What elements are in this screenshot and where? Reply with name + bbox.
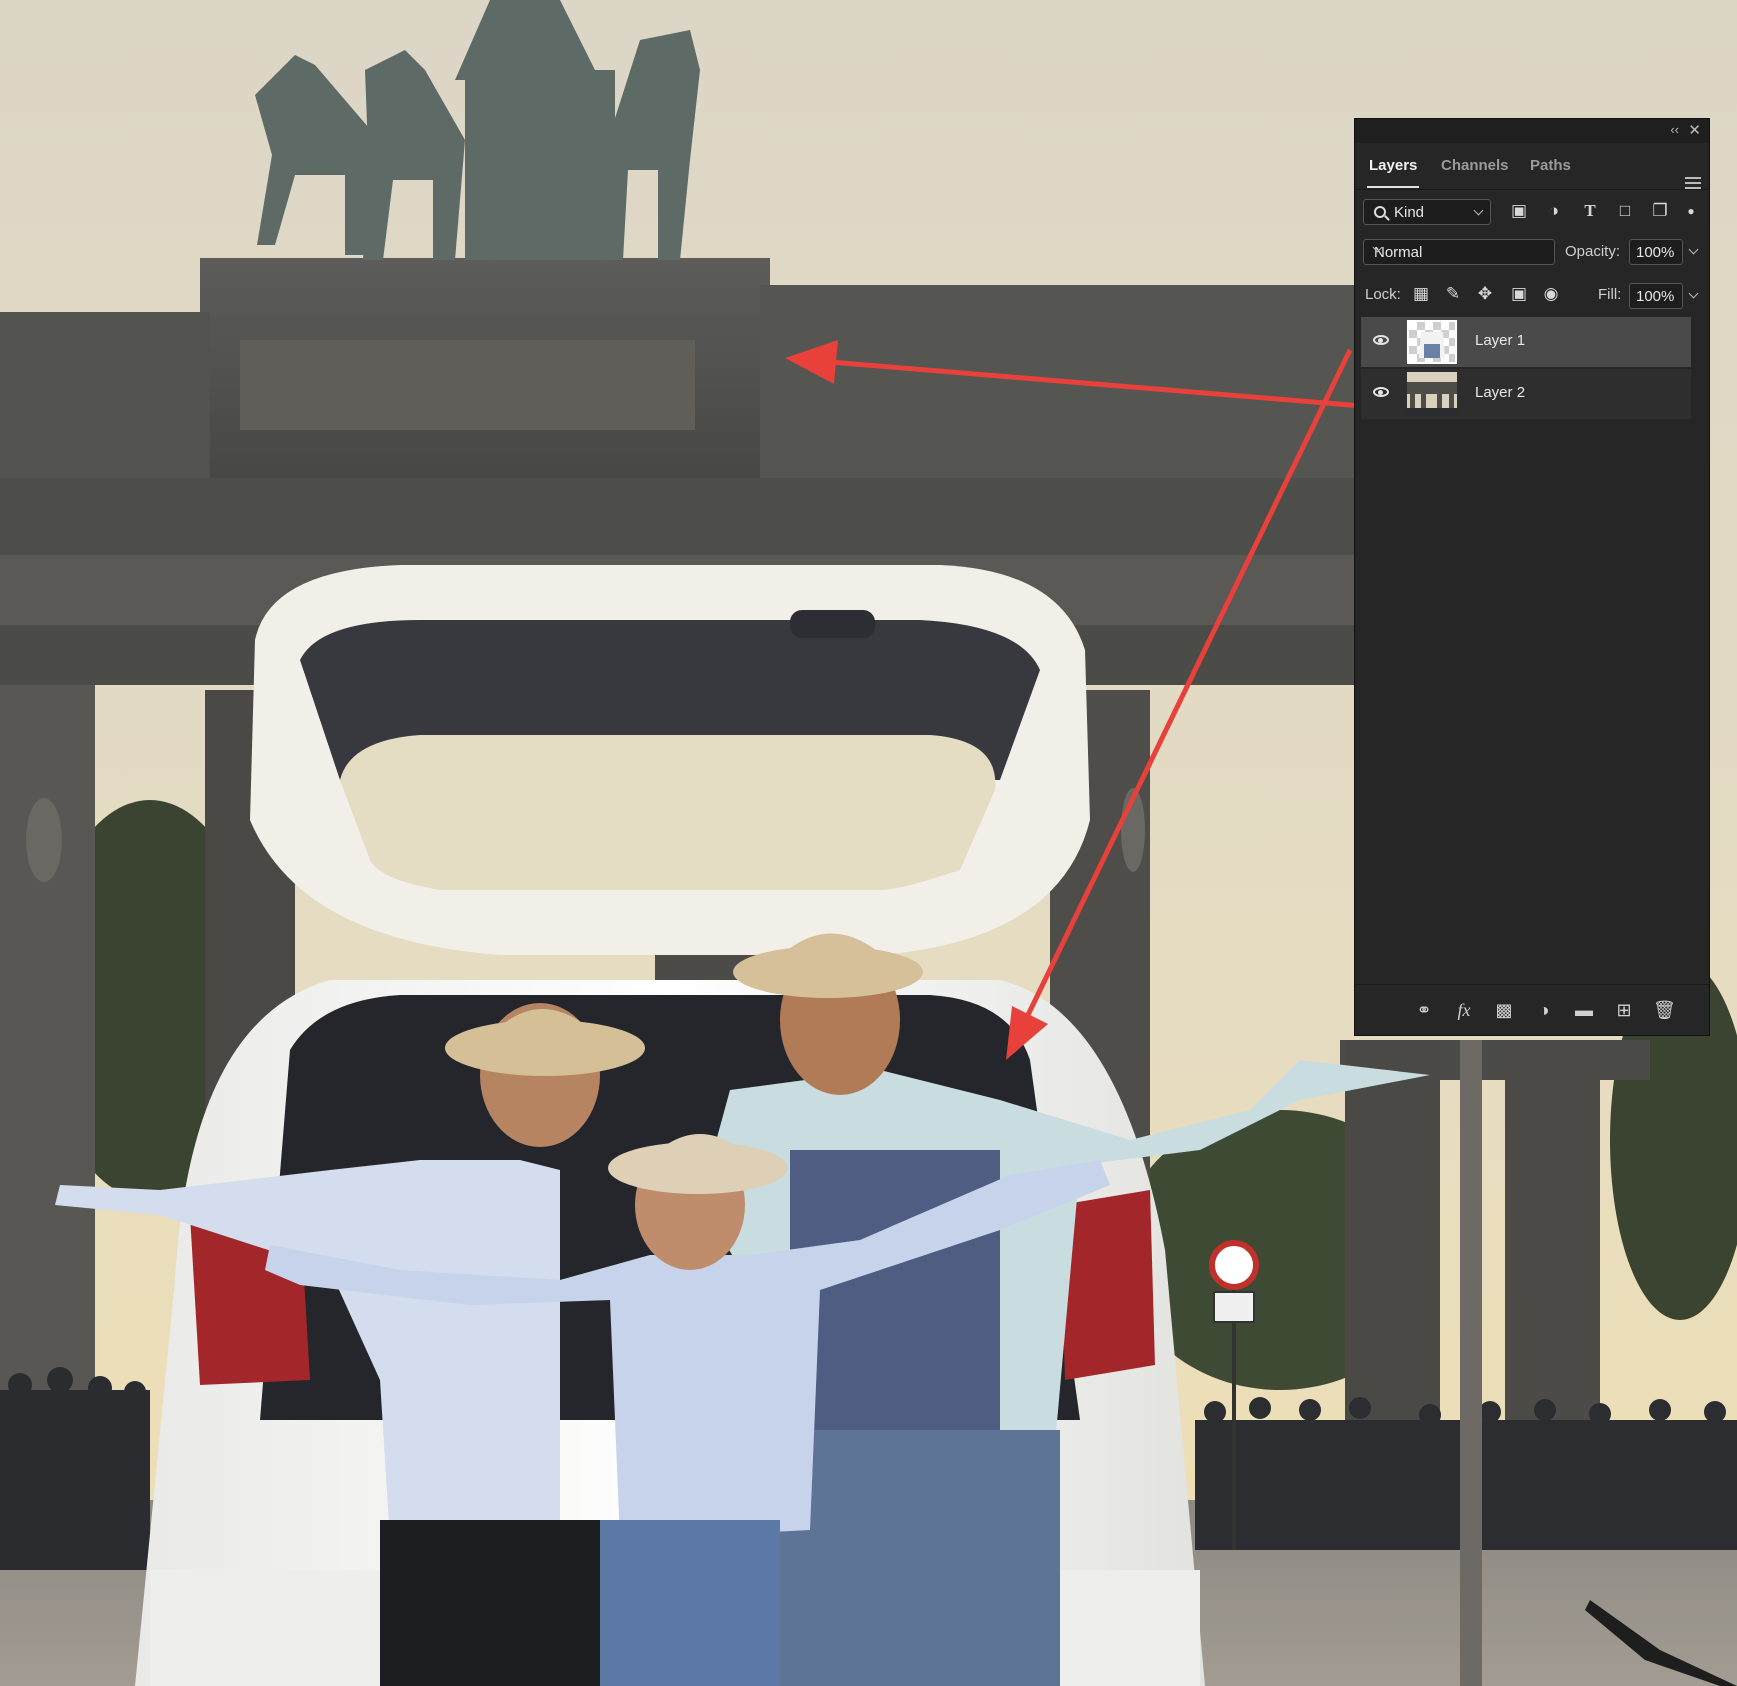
collapse-panel-icon[interactable]: ‹‹ (1670, 122, 1679, 137)
fill-input[interactable]: 100% (1629, 283, 1683, 309)
type-filter-icon[interactable]: T (1580, 201, 1600, 221)
tab-channels[interactable]: Channels (1441, 157, 1509, 174)
panel-bottom-bar: ⚭ fx ▩ ◑ ▬ ⊞ 🗑 (1355, 984, 1709, 1035)
lock-image-pixels-icon[interactable]: ✎ (1443, 284, 1463, 304)
tailgate-window (340, 735, 996, 890)
trash-icon[interactable]: 🗑 (1653, 999, 1676, 1021)
layer-name: Layer 2 (1475, 384, 1526, 401)
image-filter-icon[interactable]: ▣ (1509, 201, 1529, 221)
filter-toggle-icon[interactable]: ● (1681, 201, 1701, 221)
medallion (26, 798, 62, 882)
fx-icon[interactable]: fx (1453, 999, 1475, 1021)
lock-label: Lock: (1365, 286, 1401, 303)
layer-name: Layer 1 (1475, 332, 1526, 349)
panel-title-bar: ‹‹ ✕ (1355, 119, 1709, 143)
layers-panel: ‹‹ ✕ Layers Channels Paths Kind ▣ ◑ T □ … (1354, 118, 1710, 1036)
opacity-dropdown-icon[interactable] (1685, 239, 1703, 265)
visibility-eye-icon[interactable] (1373, 387, 1389, 397)
lock-transparent-pixels-icon[interactable]: ▦ (1411, 284, 1431, 304)
filter-kind-select[interactable]: Kind (1363, 199, 1491, 225)
filter-row: Kind ▣ ◑ T □ ❐ ● (1355, 191, 1709, 231)
adjustment-layer-icon[interactable]: ◑ (1533, 999, 1555, 1021)
gate-wing-left (0, 312, 210, 482)
crowd-left (0, 1367, 150, 1570)
group-folder-icon[interactable]: ▬ (1573, 999, 1595, 1021)
bicycle-sign (1213, 1291, 1255, 1323)
lock-row: Lock: ▦ ✎ ✥ ▣ ◉ Fill: 100% (1355, 275, 1709, 315)
sign-pole (1232, 1290, 1236, 1550)
filter-kind-label: Kind (1394, 204, 1425, 221)
fill-label: Fill: (1598, 286, 1622, 303)
fill-dropdown-icon[interactable] (1685, 283, 1703, 309)
smart-object-filter-icon[interactable]: ❐ (1650, 201, 1670, 221)
visibility-eye-icon[interactable] (1373, 335, 1389, 345)
lock-all-icon[interactable]: ◉ (1541, 284, 1561, 304)
link-layers-icon[interactable]: ⚭ (1413, 999, 1435, 1021)
opacity-label: Opacity: (1565, 243, 1621, 260)
layer-row-layer-2[interactable]: Layer 2 (1361, 369, 1691, 419)
layer-thumbnail (1407, 372, 1457, 416)
blend-mode-select[interactable]: Normal (1363, 239, 1555, 265)
gate-attic-frieze (240, 340, 695, 430)
tab-layers[interactable]: Layers (1366, 157, 1420, 188)
chevron-down-icon (1473, 205, 1484, 216)
poster-pole (1460, 1040, 1482, 1686)
layer-thumbnail (1407, 320, 1457, 364)
gate-entablature (0, 478, 1360, 568)
search-icon (1374, 206, 1386, 218)
layer-row-layer-1[interactable]: Layer 1 (1361, 317, 1691, 367)
no-entry-sign (1209, 1240, 1259, 1290)
tab-paths[interactable]: Paths (1530, 157, 1571, 174)
blend-row: Normal Opacity: 100% (1355, 233, 1709, 271)
lock-position-icon[interactable]: ✥ (1475, 284, 1495, 304)
close-panel-icon[interactable]: ✕ (1688, 121, 1701, 139)
gate-wing-right (760, 285, 1360, 485)
adjustment-filter-icon[interactable]: ◑ (1544, 201, 1564, 221)
panel-menu-icon[interactable] (1685, 177, 1701, 189)
layer-mask-icon[interactable]: ▩ (1493, 999, 1515, 1021)
lock-artboard-icon[interactable]: ▣ (1509, 284, 1529, 304)
new-layer-icon[interactable]: ⊞ (1613, 999, 1635, 1021)
tailgate-handle (790, 610, 875, 638)
shape-filter-icon[interactable]: □ (1615, 201, 1635, 221)
opacity-input[interactable]: 100% (1629, 239, 1683, 265)
panel-tabs: Layers Channels Paths (1355, 143, 1709, 190)
